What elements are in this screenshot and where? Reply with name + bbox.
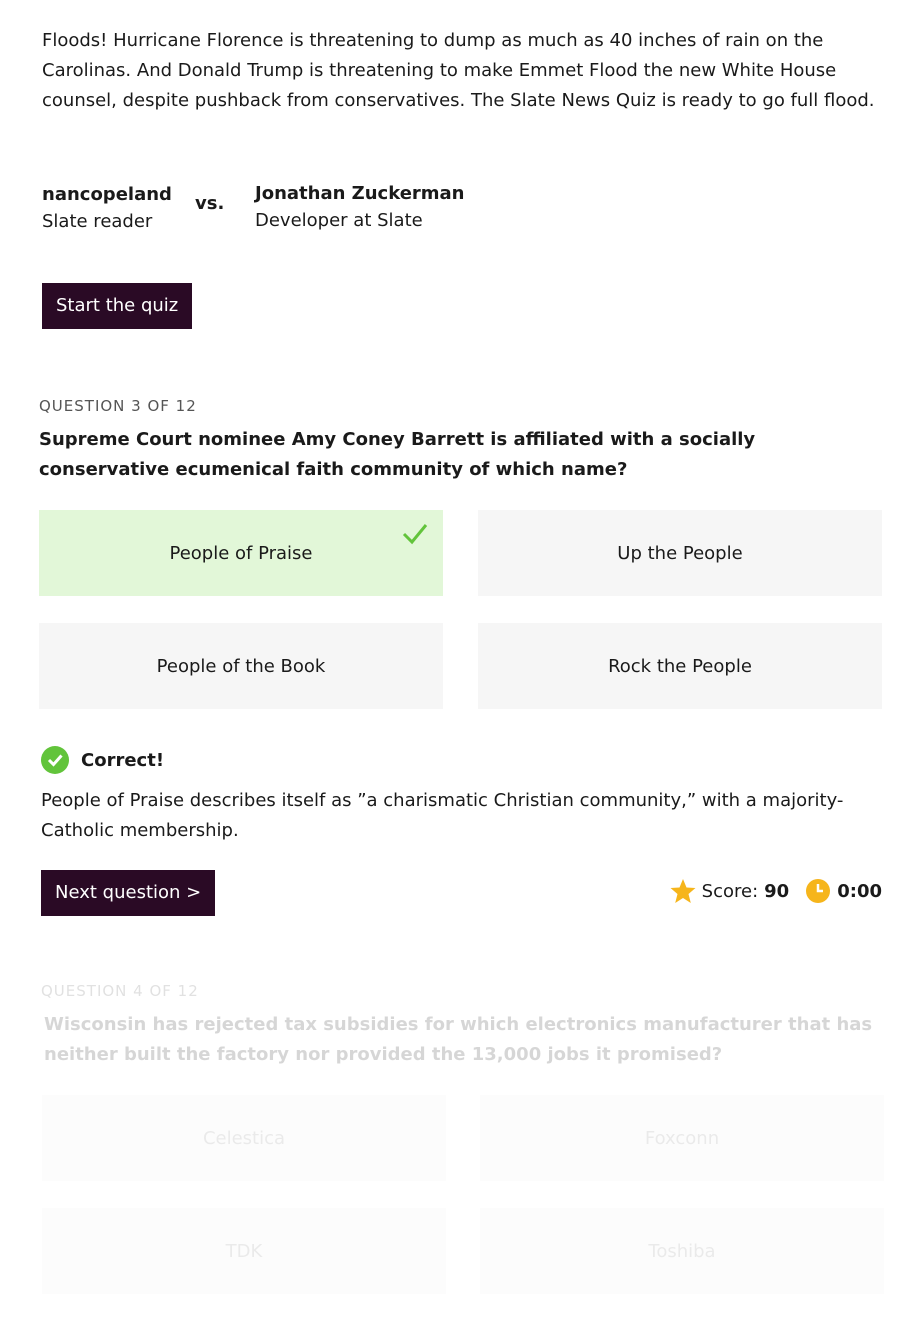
answer-option-1-label: People of Praise [169,542,313,564]
timer-value: 0:00 [837,880,882,902]
answer-option-4-label: Rock the People [608,655,752,677]
clock-icon [806,879,831,903]
score-label: Score: [701,880,759,902]
next-option-2: Foxconn [480,1095,884,1181]
next-question-text: Wisconsin has rejected tax subsidies for… [44,1014,873,1065]
quiz-intro: Floods! Hurricane Florence is threatenin… [42,30,875,111]
question-text: Supreme Court nominee Amy Coney Barrett … [39,429,756,480]
question-counter: QUESTION 3 OF 12 [39,397,197,415]
answer-explanation: People of Praise describes itself as ”a … [41,790,844,841]
answer-option-4[interactable]: Rock the People [478,623,882,709]
next-question-counter: QUESTION 4 OF 12 [41,982,199,1000]
checkmark-icon [402,524,428,545]
player-1: nancopeland Slate reader [42,181,172,235]
score-value: 90 [764,880,790,902]
player-2-role: Developer at Slate [255,210,423,231]
next-question-button[interactable]: Next question > [41,870,216,916]
star-icon [670,879,696,903]
result-title: Correct! [81,749,165,771]
player-2-name: Jonathan Zuckerman [255,183,465,204]
next-option-1-label: Celestica [202,1127,286,1149]
answer-option-2-label: Up the People [617,542,743,564]
answer-option-3[interactable]: People of the Book [39,623,443,709]
next-option-3-label: TDK [225,1240,263,1262]
start-quiz-button[interactable]: Start the quiz [42,283,193,329]
vs-label: vs. [195,193,225,214]
check-circle-icon [41,746,69,774]
next-option-4-label: Toshiba [648,1240,716,1262]
answer-result: Correct! [41,746,164,774]
next-option-2-label: Foxconn [644,1127,720,1149]
next-option-1: Celestica [42,1095,446,1181]
player-1-role: Slate reader [42,211,153,232]
score-bar: Score: 90 0:00 [670,878,882,904]
answer-option-2[interactable]: Up the People [478,510,882,596]
answer-option-1[interactable]: People of Praise [39,510,443,596]
player-1-name: nancopeland [42,184,172,205]
next-option-3: TDK [42,1208,446,1294]
next-option-4: Toshiba [480,1208,884,1294]
player-2: Jonathan Zuckerman Developer at Slate [255,180,465,234]
answer-option-3-label: People of the Book [156,655,326,677]
